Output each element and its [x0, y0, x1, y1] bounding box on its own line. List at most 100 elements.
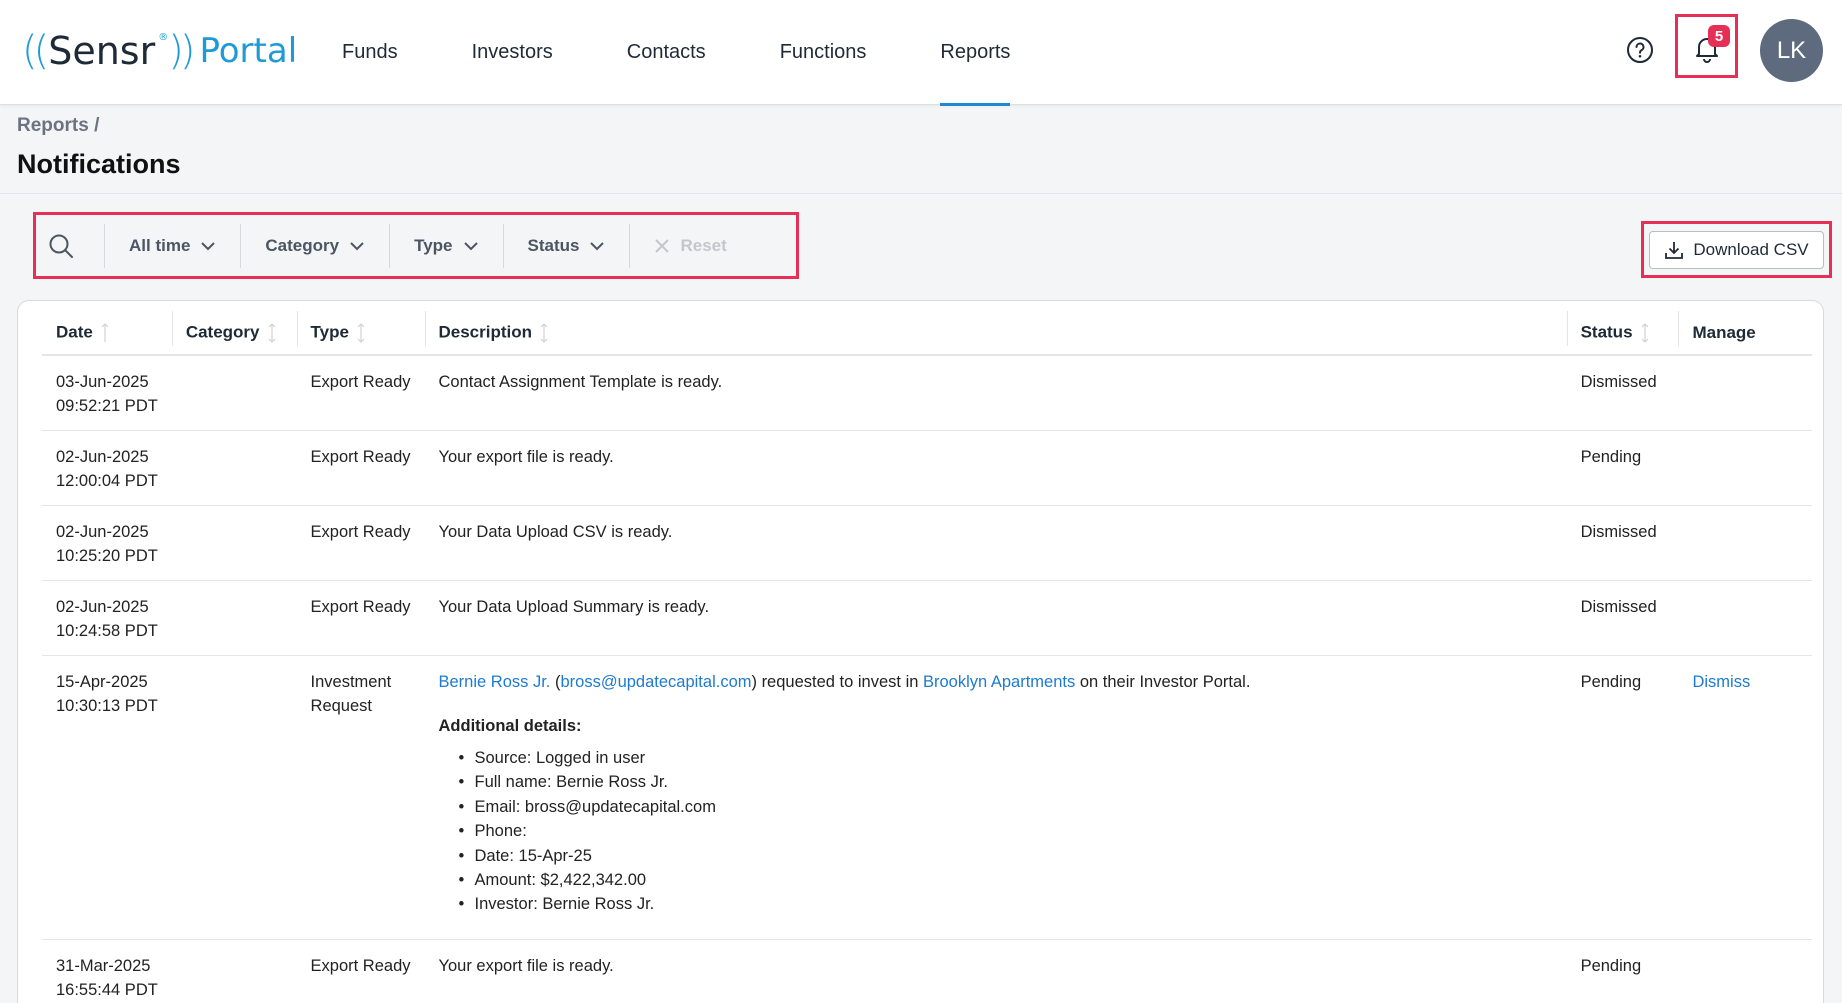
- list-item: Investor: Bernie Ross Jr.: [458, 892, 1553, 917]
- cell-category: [171, 655, 297, 940]
- cell-category: [171, 430, 297, 506]
- status-filter-dropdown[interactable]: Status: [504, 223, 631, 268]
- fund-link[interactable]: Brooklyn Apartments: [923, 673, 1075, 691]
- download-icon: [1665, 241, 1684, 259]
- page-title: Notifications: [17, 149, 181, 179]
- main-nav: Funds Investors Contacts Functions Repor…: [305, 0, 1047, 106]
- chevron-down-icon: [350, 241, 364, 250]
- table-header-row: Date Category Type Description Status Ma…: [42, 301, 1812, 356]
- sort-icon: [268, 322, 275, 343]
- cell-manage: [1678, 430, 1812, 506]
- cell-description: Bernie Ross Jr. (bross@updatecapital.com…: [424, 655, 1567, 940]
- nav-reports[interactable]: Reports: [903, 0, 1047, 106]
- cell-manage: Dismiss: [1678, 655, 1812, 940]
- cell-date: 03-Jun-2025 09:52:21 PDT: [42, 355, 172, 431]
- additional-details: Additional details: Source: Logged in us…: [439, 714, 1553, 917]
- cell-status: Pending: [1566, 430, 1679, 506]
- cell-type: Export Ready: [296, 355, 425, 431]
- cell-type: Export Ready: [296, 430, 425, 506]
- cell-status: Dismissed: [1566, 580, 1679, 656]
- logo-portal-text: Portal: [199, 31, 298, 71]
- type-filter-label: Type: [414, 235, 453, 255]
- time-filter-dropdown[interactable]: All time: [105, 223, 242, 268]
- cell-date: 31-Mar-2025 16:55:44 PDT: [42, 939, 172, 1003]
- category-filter-label: Category: [265, 235, 340, 255]
- dismiss-link[interactable]: Dismiss: [1692, 673, 1750, 691]
- notifications-table-card: Date Category Type Description Status Ma…: [17, 300, 1824, 1003]
- table-row[interactable]: 03-Jun-2025 09:52:21 PDT Export Ready Con…: [42, 355, 1812, 431]
- nav-contacts[interactable]: Contacts: [590, 0, 743, 105]
- cell-manage: [1678, 580, 1812, 656]
- logo-sensr-text: Sensr: [48, 29, 156, 73]
- sort-icon: [101, 322, 109, 342]
- table-row[interactable]: 31-Mar-2025 16:55:44 PDT Export Ready You…: [42, 939, 1812, 1003]
- investor-email-link[interactable]: bross@updatecapital.com: [560, 673, 751, 691]
- table-row[interactable]: 15-Apr-2025 10:30:13 PDT Investment Reques…: [42, 655, 1812, 940]
- search-icon: [49, 234, 73, 258]
- investor-link[interactable]: Bernie Ross Jr.: [439, 673, 551, 691]
- table-row[interactable]: 02-Jun-2025 10:25:20 PDT Export Ready You…: [42, 505, 1812, 581]
- cell-manage: [1678, 505, 1812, 581]
- cell-date: 02-Jun-2025 10:25:20 PDT: [42, 505, 172, 581]
- cell-category: [171, 505, 297, 581]
- cell-category: [171, 355, 297, 431]
- cell-type: Export Ready: [296, 939, 425, 1003]
- logo-close-paren: )): [168, 28, 195, 74]
- cell-date: 02-Jun-2025 12:00:04 PDT: [42, 430, 172, 506]
- time-filter-label: All time: [129, 235, 191, 255]
- list-item: Full name: Bernie Ross Jr.: [458, 770, 1553, 795]
- cell-status: Pending: [1566, 939, 1679, 1003]
- column-header-category[interactable]: Category: [171, 301, 297, 356]
- nav-functions[interactable]: Functions: [743, 0, 904, 105]
- column-header-manage: Manage: [1678, 301, 1812, 356]
- chevron-down-icon: [590, 241, 605, 250]
- notifications-button[interactable]: 5: [1675, 14, 1738, 78]
- list-item: Source: Logged in user: [458, 746, 1553, 771]
- cell-status: Dismissed: [1566, 505, 1679, 581]
- top-navigation-bar: (( Sensr ® )) Portal Funds Investors Con…: [0, 0, 1842, 106]
- category-filter-dropdown[interactable]: Category: [241, 223, 391, 268]
- notification-count-badge: 5: [1708, 25, 1730, 47]
- cell-type: Investment Request: [296, 655, 425, 940]
- chevron-down-icon: [201, 241, 216, 250]
- help-icon[interactable]: [1626, 36, 1654, 64]
- list-item: Amount: $2,422,342.00: [458, 868, 1553, 893]
- reset-filters-button[interactable]: Reset: [630, 224, 750, 268]
- cell-status: Pending: [1566, 655, 1679, 940]
- logo-open-paren: ((: [22, 28, 49, 74]
- column-header-date[interactable]: Date: [42, 301, 172, 356]
- cell-category: [171, 939, 297, 1003]
- cell-status: Dismissed: [1566, 355, 1679, 431]
- download-csv-button[interactable]: Download CSV: [1649, 230, 1824, 269]
- cell-category: [171, 580, 297, 656]
- additional-details-title: Additional details:: [438, 717, 582, 735]
- type-filter-dropdown[interactable]: Type: [390, 223, 504, 268]
- nav-investors[interactable]: Investors: [435, 0, 590, 105]
- cell-manage: [1678, 939, 1812, 1003]
- cell-type: Export Ready: [296, 580, 425, 656]
- details-list: Source: Logged in user Full name: Bernie…: [439, 746, 1553, 917]
- breadcrumb[interactable]: Reports /: [17, 115, 99, 137]
- cell-date: 15-Apr-2025 10:30:13 PDT: [42, 655, 172, 940]
- list-item: Email: bross@updatecapital.com: [458, 795, 1553, 820]
- cell-description: Your export file is ready.: [424, 430, 1567, 506]
- cell-manage: [1678, 355, 1812, 431]
- user-avatar[interactable]: LK: [1760, 19, 1823, 82]
- download-csv-highlight: Download CSV: [1641, 221, 1832, 278]
- cell-description: Your export file is ready.: [424, 939, 1567, 1003]
- column-header-status[interactable]: Status: [1566, 301, 1679, 356]
- column-header-type[interactable]: Type: [296, 301, 425, 356]
- table-row[interactable]: 02-Jun-2025 12:00:04 PDT Export Ready You…: [42, 430, 1812, 506]
- search-button[interactable]: [36, 223, 105, 268]
- download-csv-label: Download CSV: [1693, 239, 1809, 259]
- sensr-portal-logo[interactable]: (( Sensr ® )) Portal: [22, 26, 297, 76]
- filter-bar: All time Category Type Status Reset: [33, 212, 799, 279]
- cell-description: Your Data Upload CSV is ready.: [424, 505, 1567, 581]
- sort-icon: [357, 322, 365, 343]
- cell-description: Contact Assignment Template is ready.: [424, 355, 1567, 431]
- table-row[interactable]: 02-Jun-2025 10:24:58 PDT Export Ready You…: [42, 580, 1812, 656]
- column-header-description[interactable]: Description: [424, 301, 1567, 356]
- cell-type: Export Ready: [296, 505, 425, 581]
- nav-funds[interactable]: Funds: [305, 0, 435, 105]
- sort-icon: [1641, 322, 1648, 343]
